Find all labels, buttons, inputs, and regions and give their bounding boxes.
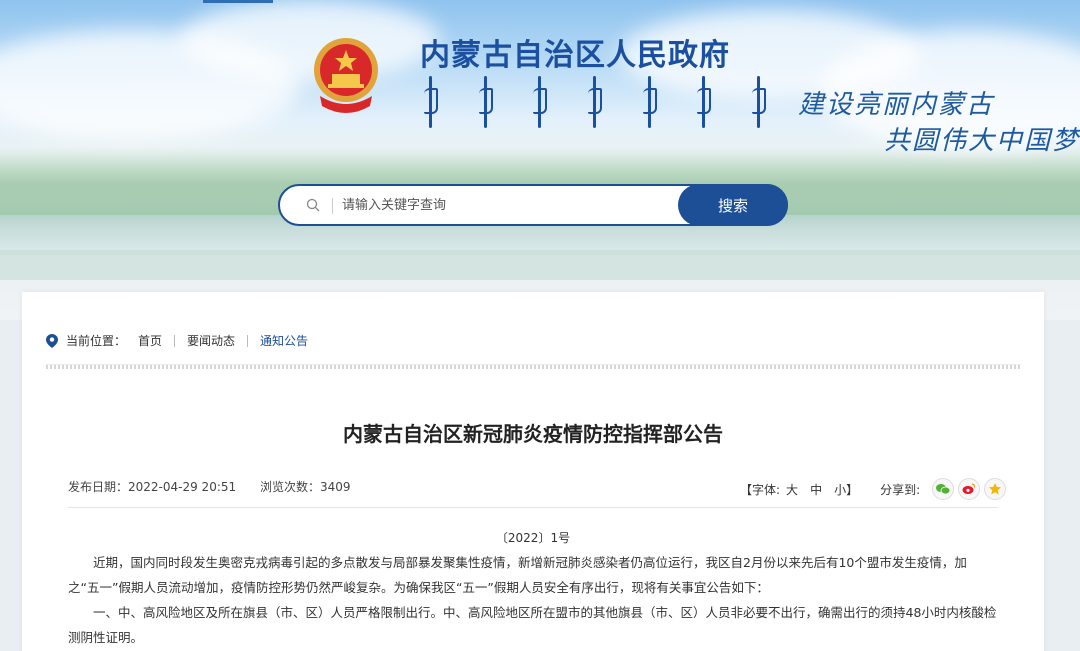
divider [46, 364, 1021, 369]
favorite-icon[interactable] [984, 478, 1007, 500]
breadcrumb-notices[interactable]: 通知公告 [247, 334, 320, 347]
search-bar: 搜索 [278, 184, 788, 226]
document-number: 〔2022〕1号 [495, 531, 571, 545]
site-title: 内蒙古自治区人民政府 [420, 38, 730, 73]
article-meta: 发布日期：2022-04-29 20:51 浏览次数：3409 [68, 478, 371, 495]
meta-divider [68, 507, 998, 508]
article-paragraph-2: 一、中、高风险地区及所在旗县（市、区）人员严格限制出行。中、高风险地区所在盟市的… [68, 605, 997, 645]
font-size-label: 【字体: [740, 482, 781, 497]
search-button[interactable]: 搜索 [678, 184, 788, 226]
national-emblem-icon [314, 38, 378, 113]
share-label: 分享到: [880, 482, 921, 497]
publish-date: 发布日期：2022-04-29 20:51 [68, 480, 237, 494]
slogan-line-2: 共圆伟大中国梦 [884, 126, 1080, 156]
search-icon [306, 198, 320, 212]
search-input[interactable] [342, 194, 672, 216]
weibo-icon[interactable] [958, 478, 981, 500]
breadcrumb-label: 当前位置： [66, 334, 127, 348]
breadcrumb-news[interactable]: 要闻动态 [174, 334, 247, 347]
breadcrumb: 当前位置： 首页 要闻动态 通知公告 [46, 332, 320, 349]
location-pin-icon [46, 333, 58, 348]
font-size-medium[interactable]: 中 [810, 481, 822, 498]
font-size-controls: 【字体: 大 中 小】 分享到: [740, 478, 1007, 500]
mongolian-script-title [424, 76, 766, 134]
article-title: 内蒙古自治区新冠肺炎疫情防控指挥部公告 [343, 422, 723, 446]
wechat-icon[interactable] [932, 478, 955, 500]
article-paragraph-1: 近期，国内同时段发生奥密克戎病毒引起的多点散发与局部暴发聚集性疫情，新增新冠肺炎… [68, 555, 967, 595]
font-size-large[interactable]: 大 [786, 481, 798, 498]
content-card: 当前位置： 首页 要闻动态 通知公告 内蒙古自治区新冠肺炎疫情防控指挥部公告 发… [22, 292, 1044, 651]
breadcrumb-home[interactable]: 首页 [138, 335, 174, 347]
view-count: 浏览次数：3409 [259, 480, 351, 494]
font-size-small[interactable]: 小】 [834, 481, 858, 498]
slogan-line-1: 建设亮丽内蒙古 [798, 90, 995, 120]
search-divider [332, 198, 333, 214]
nav-active-indicator [203, 0, 273, 3]
